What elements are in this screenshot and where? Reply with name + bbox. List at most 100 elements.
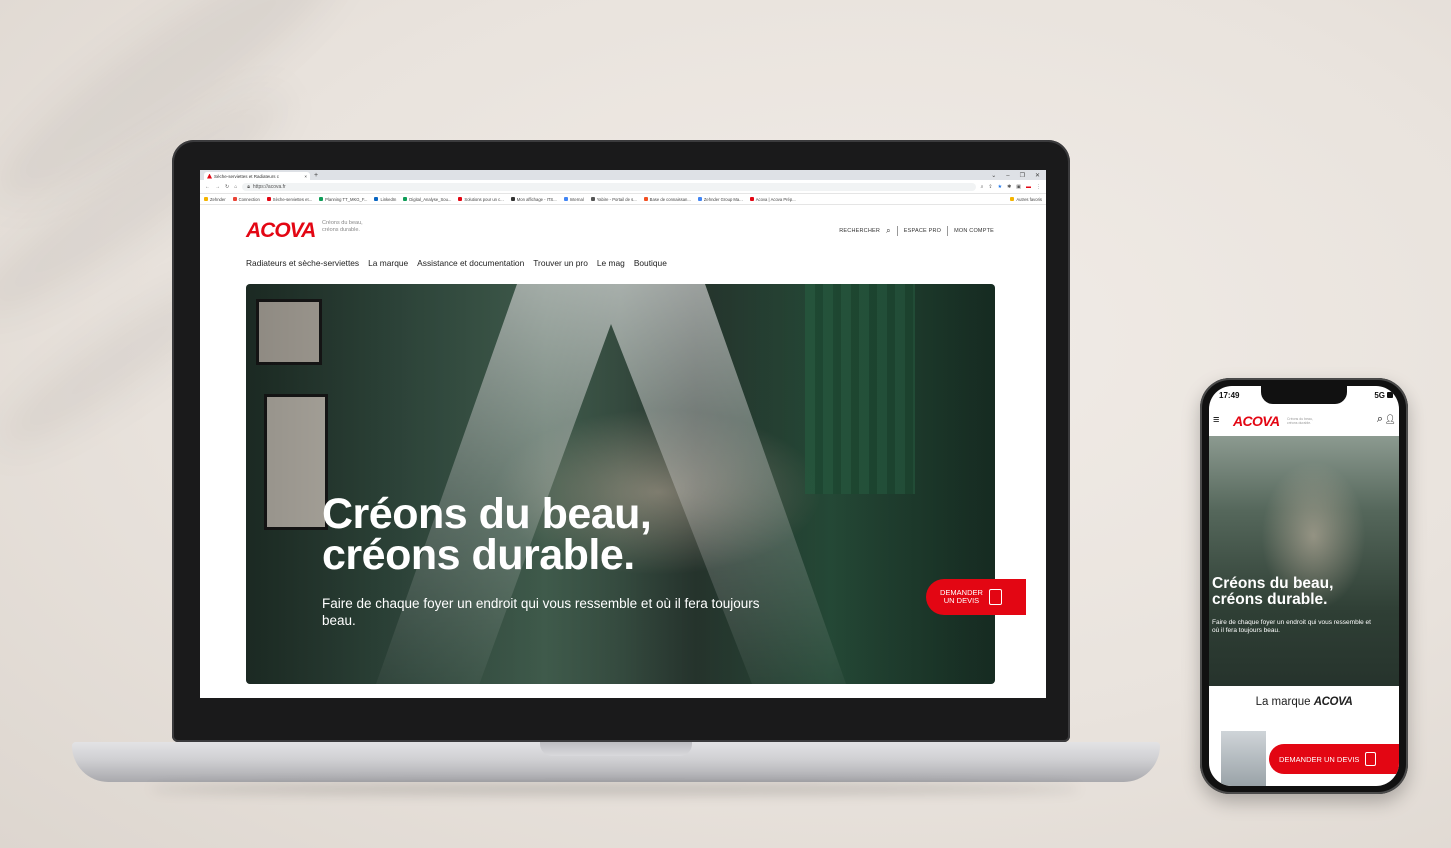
bookmark-favicon-icon xyxy=(319,197,324,202)
quote-button-label: DEMANDER UN DEVIS xyxy=(1279,754,1360,764)
phone-hero: Créons du beau, créons durable. Faire de… xyxy=(1209,436,1399,686)
hero-title-line: créons durable. xyxy=(322,531,635,579)
address-bar[interactable]: 🔒︎ https://acova.fr xyxy=(242,182,976,191)
user-icon[interactable]: 👤︎ xyxy=(1385,414,1396,425)
bookmark-item[interactable]: Sèche-serviettes et... xyxy=(266,196,313,202)
bookmark-item[interactable]: Autres favoris xyxy=(1010,197,1042,202)
quote-button[interactable]: DEMANDER UN DEVIS xyxy=(926,579,1026,615)
nav-item-assistance[interactable]: Assistance et documentation xyxy=(417,258,524,268)
status-time: 17:49 xyxy=(1219,391,1240,400)
profile-icon[interactable]: ▬ xyxy=(1026,184,1031,190)
chevron-down-icon[interactable]: ⌄ xyxy=(991,172,996,180)
logo-tagline: Créons du beau, créons durable. xyxy=(1287,417,1313,425)
bookmark-item[interactable]: Mon affichage - ITS... xyxy=(510,197,557,202)
acova-logo: ACOVA xyxy=(1313,696,1353,708)
bookmark-item[interactable]: Planning TT_MKG_F... xyxy=(319,197,367,202)
phone-screen: 17:49 5G ≡ ACOVA Créons du beau, créons … xyxy=(1209,386,1399,786)
bookmark-favicon-icon xyxy=(204,197,208,202)
extensions-icon[interactable]: ✱ xyxy=(1007,184,1011,190)
star-icon[interactable]: ★ xyxy=(998,184,1002,190)
bookmark-label: Sèche-serviettes et... xyxy=(272,196,313,202)
acova-logo[interactable]: ACOVA xyxy=(246,219,316,243)
bookmark-label: Planning TT_MKG_F... xyxy=(325,196,368,202)
logo-tagline: Créons du beau, créons durable. xyxy=(322,220,363,233)
hero-title-line: Créons du beau, xyxy=(322,490,652,538)
nav-item-radiateurs[interactable]: Radiateurs et sèche-serviettes xyxy=(246,258,359,268)
bookmark-favicon-icon xyxy=(510,197,515,202)
menu-icon[interactable]: ⋮ xyxy=(1036,184,1041,190)
bookmark-label: Base de connaissan... xyxy=(649,196,691,202)
share-icon[interactable]: ⇪ xyxy=(988,184,992,190)
bookmark-favicon-icon xyxy=(749,197,754,202)
bookmark-favicon-icon xyxy=(266,197,271,202)
laptop-shadow xyxy=(150,784,1080,794)
bookmark-item[interactable]: Base de connaissan... xyxy=(643,196,691,202)
bookmark-item[interactable]: Yabire - Portail de s... xyxy=(590,196,637,202)
status-network: 5G xyxy=(1374,391,1385,400)
divider xyxy=(896,226,898,236)
hero-banner: Créons du beau, créons durable. Faire de… xyxy=(246,284,995,684)
cta-line: UN DEVIS xyxy=(943,596,980,605)
acova-favicon-icon xyxy=(207,173,212,179)
bookmark-label: Yabire - Portail de s... xyxy=(596,196,637,202)
hero-title-line: créons durable. xyxy=(1212,591,1328,608)
phone-status-bar: 17:49 5G xyxy=(1209,386,1399,406)
mon-compte-link[interactable]: MON COMPTE xyxy=(954,228,994,234)
bookmark-item[interactable]: Zehnder xyxy=(204,197,226,202)
search-link[interactable]: RECHERCHER xyxy=(839,228,880,234)
bookmark-label: Solutions pour un c... xyxy=(464,196,504,202)
hero-title: Créons du beau, créons durable. xyxy=(1212,576,1333,608)
marque-card-image xyxy=(1221,731,1266,786)
maximize-icon[interactable]: ❐ xyxy=(1020,172,1025,180)
bookmark-item[interactable]: Connection xyxy=(232,196,260,202)
bookmark-favicon-icon xyxy=(458,197,463,202)
close-window-icon[interactable]: ✕ xyxy=(1035,172,1040,180)
nav-item-boutique[interactable]: Boutique xyxy=(634,258,667,268)
bookmark-favicon-icon xyxy=(563,197,568,202)
bookmark-label: Digital_Analyse_Sou... xyxy=(409,196,452,202)
phone-notch xyxy=(1261,386,1347,404)
hero-title-line: Créons du beau, xyxy=(1212,575,1334,592)
bookmark-label: Internal xyxy=(569,196,584,202)
utility-nav: RECHERCHER ⌕ ESPACE PRO MON COMPTE xyxy=(839,226,994,236)
home-icon[interactable]: ⌂ xyxy=(234,184,237,190)
reload-icon[interactable]: ↻ xyxy=(225,184,229,190)
bookmark-label: Acova | Acova Prép... xyxy=(755,196,796,202)
bookmark-item[interactable]: LinkedIn xyxy=(374,197,396,202)
phone-header: ≡ ACOVA Créons du beau, créons durable. … xyxy=(1209,408,1399,434)
bookmark-item[interactable]: Zehnder Group Ma... xyxy=(697,196,743,202)
sidepanel-icon[interactable]: ▣ xyxy=(1016,184,1021,190)
bookmark-favicon-icon xyxy=(697,197,702,202)
bookmark-label: Connection xyxy=(238,196,260,202)
search-icon[interactable]: ⌕ xyxy=(886,226,891,236)
bookmark-item[interactable]: Solutions pour un c... xyxy=(458,196,504,202)
marque-label: La marque xyxy=(1255,696,1311,708)
zoom-icon[interactable]: ⌕ xyxy=(981,184,984,190)
minimize-icon[interactable]: – xyxy=(1006,172,1009,180)
bookmark-item[interactable]: Internal xyxy=(563,196,584,202)
acova-logo[interactable]: ACOVA xyxy=(1233,413,1280,429)
laptop-screen: Sèche-serviettes et Radiateurs c × + ⌄ –… xyxy=(200,170,1046,698)
browser-tab[interactable]: Sèche-serviettes et Radiateurs c × xyxy=(204,172,310,180)
quote-button[interactable]: DEMANDER UN DEVIS xyxy=(1269,744,1399,774)
document-icon xyxy=(988,589,1002,605)
bookmark-item[interactable]: Acova | Acova Prép... xyxy=(749,196,796,202)
espace-pro-link[interactable]: ESPACE PRO xyxy=(904,228,941,234)
bookmarks-bar: Zehnder Connection Sèche-serviettes et... P… xyxy=(200,194,1046,205)
window-controls: ⌄ – ❐ ✕ xyxy=(991,172,1046,180)
forward-icon[interactable]: → xyxy=(215,184,220,190)
menu-icon[interactable]: ≡ xyxy=(1213,414,1219,426)
close-icon[interactable]: × xyxy=(304,174,307,179)
new-tab-button[interactable]: + xyxy=(314,172,318,180)
nav-item-trouver-pro[interactable]: Trouver un pro xyxy=(533,258,588,268)
bookmark-favicon-icon xyxy=(590,197,595,202)
nav-item-marque[interactable]: La marque xyxy=(368,258,408,268)
nav-item-mag[interactable]: Le mag xyxy=(597,258,625,268)
bookmark-favicon-icon xyxy=(643,197,648,202)
back-icon[interactable]: ← xyxy=(205,184,210,190)
bookmark-favicon-icon xyxy=(1010,197,1015,202)
bookmark-item[interactable]: Digital_Analyse_Sou... xyxy=(403,197,451,202)
bookmark-favicon-icon xyxy=(403,197,408,202)
search-icon[interactable]: ⌕ xyxy=(1377,413,1383,426)
bookmark-label: Zehnder Group Ma... xyxy=(703,196,743,202)
